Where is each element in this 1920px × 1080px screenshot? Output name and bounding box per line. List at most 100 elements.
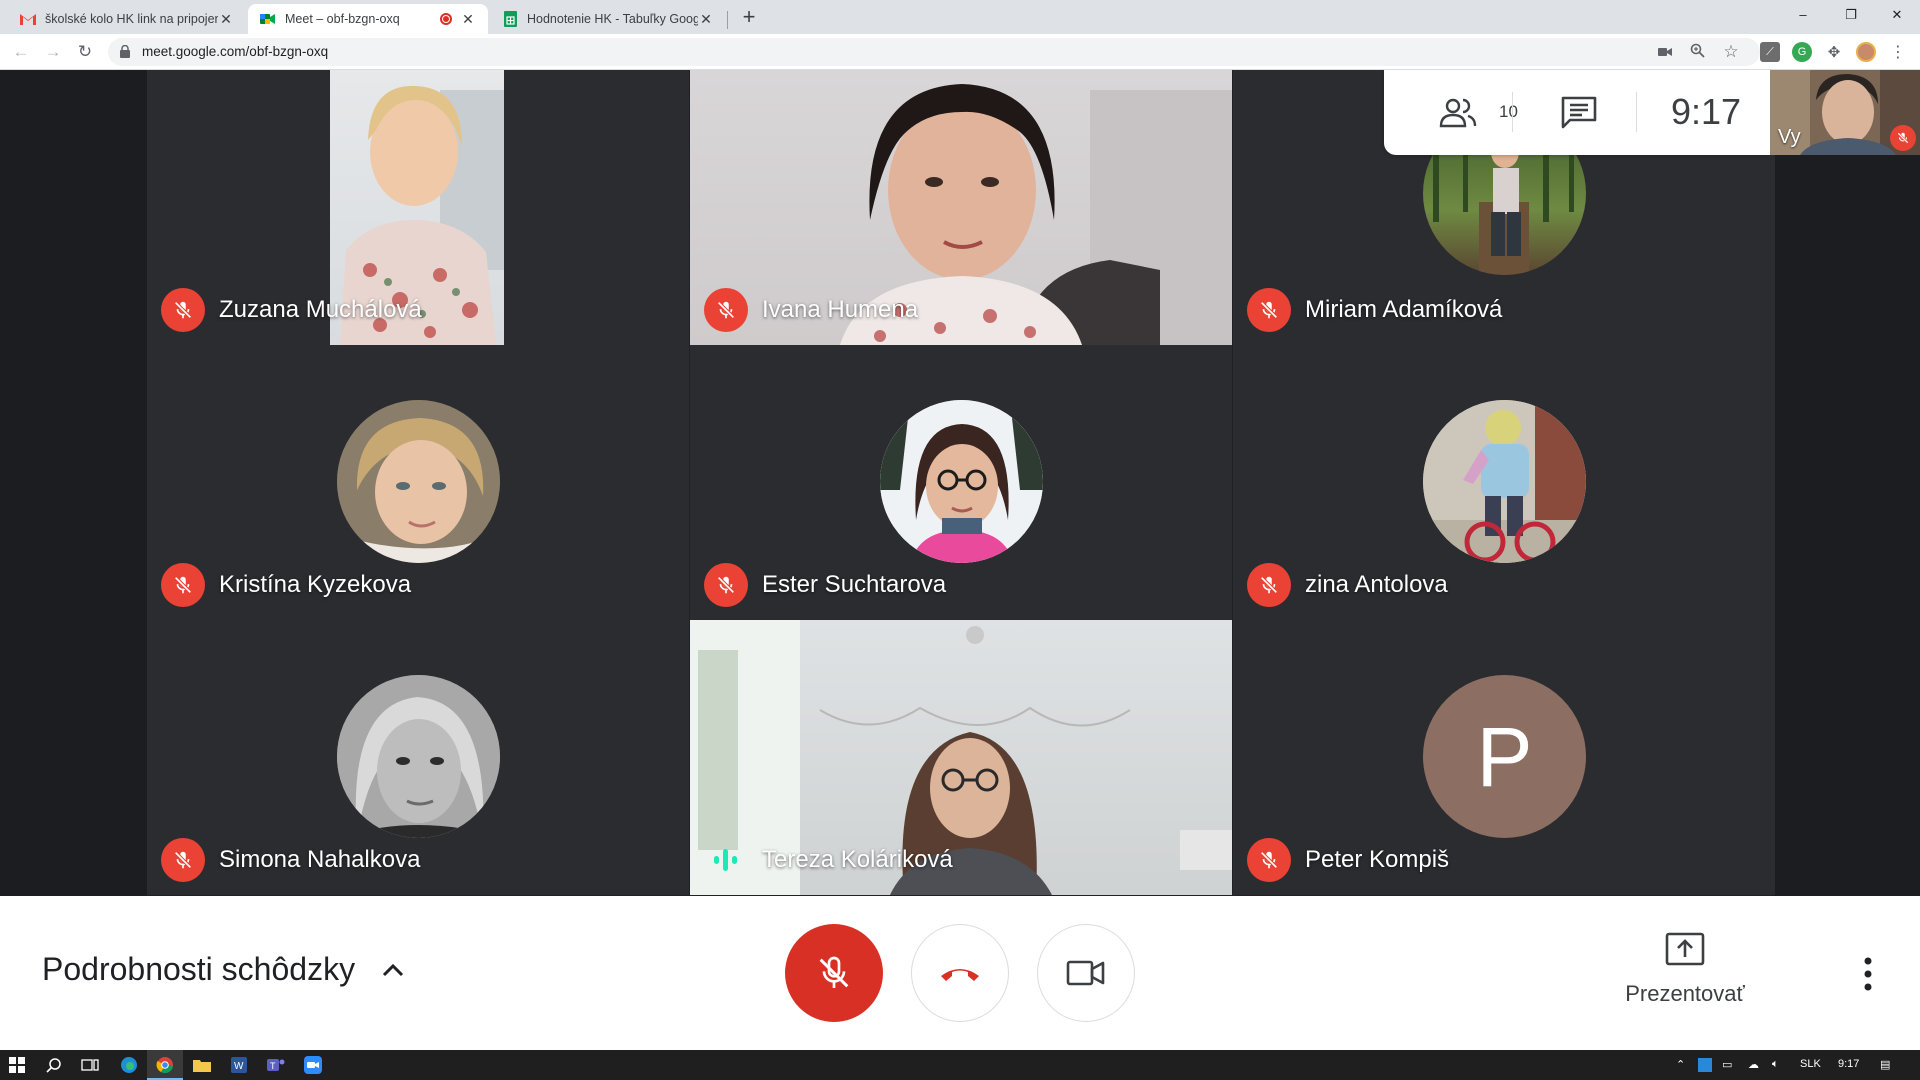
mic-off-icon bbox=[1247, 288, 1291, 332]
bookmark-star-icon[interactable]: ☆ bbox=[1722, 43, 1740, 61]
hang-up-icon bbox=[941, 969, 979, 981]
windows-start-icon[interactable] bbox=[6, 1054, 28, 1076]
present-now-button[interactable]: Prezentovať bbox=[1610, 932, 1760, 1007]
extension-icon[interactable]: ⟋ bbox=[1760, 42, 1780, 62]
participant-initial-avatar: P bbox=[1423, 675, 1586, 838]
participant-avatar bbox=[337, 400, 500, 563]
back-icon[interactable]: ← bbox=[8, 39, 34, 65]
participant-name-row: Kristína Kyzekova bbox=[161, 563, 411, 607]
extensions-puzzle-icon[interactable]: ✥ bbox=[1824, 42, 1844, 62]
browser-menu-icon[interactable]: ⋮ bbox=[1888, 42, 1908, 62]
chat-button[interactable] bbox=[1534, 82, 1624, 142]
participant-name: zina Antolova bbox=[1305, 571, 1448, 598]
self-label: Vy bbox=[1778, 126, 1801, 148]
zoom-icon[interactable] bbox=[1688, 43, 1706, 61]
participant-avatar bbox=[337, 675, 500, 838]
taskbar-clock[interactable]: 9:17 bbox=[1838, 1058, 1859, 1070]
zoom-app-icon[interactable] bbox=[302, 1054, 324, 1076]
meet-control-bar: Podrobnosti schôdzky Prezentovať bbox=[0, 896, 1920, 1050]
profile-avatar[interactable] bbox=[1856, 42, 1876, 62]
participant-tile[interactable]: Ester Suchtarova bbox=[690, 345, 1232, 620]
stage-left-margin bbox=[0, 70, 147, 896]
mic-off-icon bbox=[1247, 563, 1291, 607]
panel-divider bbox=[1512, 92, 1513, 132]
tab-title: Meet – obf-bzgn-oxq bbox=[285, 12, 400, 26]
input-language[interactable]: SLK bbox=[1800, 1058, 1821, 1070]
people-button[interactable]: 10 bbox=[1424, 82, 1518, 142]
teams-icon[interactable]: T bbox=[265, 1054, 287, 1076]
present-screen-icon bbox=[1665, 932, 1705, 966]
chat-icon bbox=[1561, 96, 1597, 129]
participant-name-row: zina Antolova bbox=[1247, 563, 1448, 607]
meet-stage: Zuzana Muchálová Ivana Humena Miriam Ada… bbox=[0, 70, 1920, 896]
participant-name: Simona Nahalkova bbox=[219, 846, 421, 873]
panel-divider bbox=[1636, 92, 1637, 132]
participant-name: Tereza Koláriková bbox=[762, 846, 953, 873]
participant-name: Ester Suchtarova bbox=[762, 571, 947, 598]
camera-in-use-icon[interactable] bbox=[1656, 43, 1674, 61]
clock-time: 9:17 bbox=[1670, 91, 1742, 132]
participant-tile[interactable]: P Peter Kompiš bbox=[1233, 620, 1775, 895]
participant-tile[interactable]: Tereza Koláriková bbox=[690, 620, 1232, 895]
maximize-button[interactable]: ❐ bbox=[1828, 0, 1874, 32]
self-view-tile[interactable]: Vy bbox=[1770, 70, 1920, 155]
file-explorer-icon[interactable] bbox=[191, 1054, 213, 1076]
new-tab-button[interactable]: + bbox=[736, 4, 762, 30]
address-bar[interactable]: meet.google.com/obf-bzgn-oxq ☆ bbox=[108, 38, 1760, 66]
participant-tile[interactable]: Simona Nahalkova bbox=[147, 620, 689, 895]
self-mic-off-icon bbox=[1890, 125, 1916, 151]
participant-tile[interactable]: Zuzana Muchálová bbox=[147, 70, 689, 345]
lock-icon[interactable] bbox=[120, 45, 130, 58]
participant-tile[interactable]: Kristína Kyzekova bbox=[147, 345, 689, 620]
windows-taskbar: W T ⌃ ▭ ☁ 🔈︎ SLK 9:17 ▤ bbox=[0, 1050, 1920, 1080]
mic-off-icon bbox=[161, 288, 205, 332]
reload-icon[interactable]: ↻ bbox=[72, 39, 98, 65]
participant-name: Peter Kompiš bbox=[1305, 846, 1450, 873]
tab-meet[interactable]: Meet – obf-bzgn-oxq ✕ bbox=[248, 4, 488, 34]
minimize-button[interactable]: – bbox=[1780, 0, 1826, 32]
participant-name-row: Zuzana Muchálová bbox=[161, 288, 422, 332]
speaking-indicator-icon bbox=[704, 838, 748, 882]
search-icon[interactable] bbox=[43, 1054, 65, 1076]
grammar-extension-icon[interactable]: G bbox=[1792, 42, 1812, 62]
forward-icon[interactable]: → bbox=[40, 39, 66, 65]
tray-chevron-icon[interactable]: ⌃ bbox=[1676, 1058, 1685, 1071]
present-label: Prezentovať bbox=[1625, 981, 1745, 1006]
participant-tile[interactable]: Ivana Humena bbox=[690, 70, 1232, 345]
avatar-initial: P bbox=[1476, 709, 1533, 804]
close-window-button[interactable]: ✕ bbox=[1874, 0, 1920, 32]
cloud-icon[interactable]: ☁ bbox=[1748, 1058, 1759, 1071]
participant-name: Miriam Adamíková bbox=[1305, 296, 1503, 323]
volume-icon[interactable]: 🔈︎ bbox=[1772, 1058, 1779, 1071]
battery-icon[interactable]: ▭ bbox=[1722, 1058, 1732, 1071]
task-view-icon[interactable] bbox=[79, 1054, 101, 1076]
camera-toggle-button[interactable] bbox=[1037, 924, 1135, 1022]
more-options-icon[interactable] bbox=[1856, 954, 1880, 994]
mic-off-icon bbox=[704, 563, 748, 607]
mic-off-icon bbox=[704, 288, 748, 332]
microphone-toggle-button[interactable] bbox=[785, 924, 883, 1022]
chevron-up-icon bbox=[383, 963, 404, 976]
svg-text:T: T bbox=[270, 1061, 276, 1071]
close-tab-icon[interactable]: ✕ bbox=[460, 11, 476, 28]
tab-separator bbox=[727, 11, 728, 29]
close-tab-icon[interactable]: ✕ bbox=[698, 11, 714, 28]
tray-app-icon[interactable] bbox=[1698, 1058, 1712, 1072]
participant-avatar bbox=[880, 400, 1043, 563]
people-icon bbox=[1439, 98, 1477, 128]
participant-tile[interactable]: zina Antolova bbox=[1233, 345, 1775, 620]
participant-avatar bbox=[1423, 400, 1586, 563]
meeting-details-button[interactable]: Podrobnosti schôdzky bbox=[42, 951, 407, 988]
word-icon[interactable]: W bbox=[228, 1054, 250, 1076]
leave-call-button[interactable] bbox=[911, 924, 1009, 1022]
tab-gmail[interactable]: školské kolo HK link na pripojenie ✕ bbox=[8, 4, 246, 34]
mic-off-icon bbox=[819, 956, 849, 988]
stage-right-margin bbox=[1773, 70, 1920, 896]
close-tab-icon[interactable]: ✕ bbox=[218, 11, 234, 28]
sheets-icon bbox=[502, 11, 518, 27]
tab-sheets[interactable]: Hodnotenie HK - Tabuľky Google ✕ bbox=[490, 4, 726, 34]
chrome-icon[interactable] bbox=[154, 1054, 176, 1076]
notifications-icon[interactable]: ▤ bbox=[1880, 1058, 1890, 1071]
edge-icon[interactable] bbox=[118, 1054, 140, 1076]
participant-name-row: Ivana Humena bbox=[704, 288, 918, 332]
